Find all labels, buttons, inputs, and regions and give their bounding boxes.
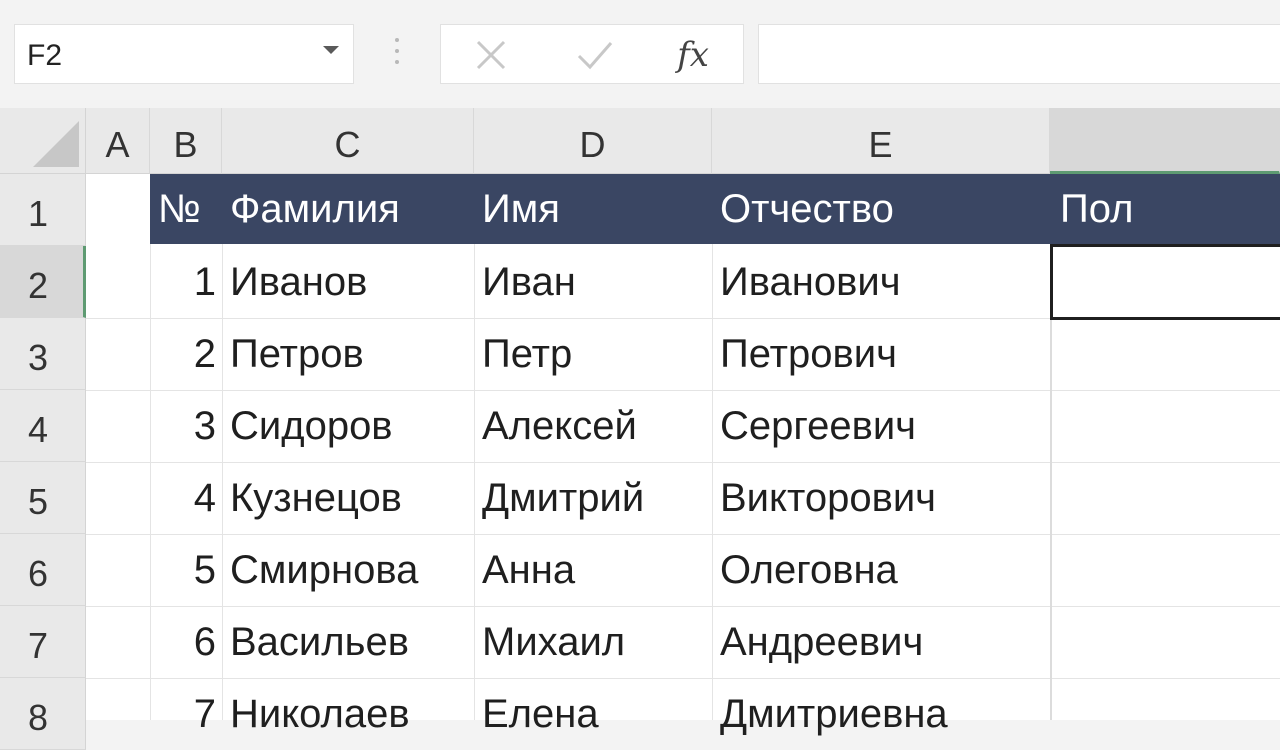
cell-number[interactable]: 2 <box>150 318 216 390</box>
row-header-2[interactable]: 2 <box>0 246 86 318</box>
formula-bar: F2 fx <box>0 0 1280 108</box>
cell-surname[interactable]: Сидоров <box>230 390 393 462</box>
column-header-b[interactable]: B <box>150 108 222 174</box>
cell-name[interactable]: Алексей <box>482 390 637 462</box>
row-header-8[interactable]: 8 <box>0 678 86 750</box>
chevron-down-icon[interactable] <box>323 46 339 54</box>
cell-patronymic[interactable]: Иванович <box>720 246 901 318</box>
worksheet-grid: A B C D E 1 2 3 4 5 6 7 8 № Фамилия Имя … <box>0 108 1280 750</box>
gridline <box>474 174 475 720</box>
header-patronymic[interactable]: Отчество <box>720 174 894 244</box>
column-header-e[interactable]: E <box>712 108 1050 174</box>
cell-surname[interactable]: Смирнова <box>230 534 418 606</box>
cell-surname[interactable]: Васильев <box>230 606 409 678</box>
cell-patronymic[interactable]: Викторович <box>720 462 936 534</box>
row-header-7[interactable]: 7 <box>0 606 86 678</box>
cell-patronymic[interactable]: Дмитриевна <box>720 678 948 750</box>
column-header-c[interactable]: C <box>222 108 474 174</box>
row-header-1[interactable]: 1 <box>0 174 86 246</box>
checkmark-icon <box>577 42 613 70</box>
row-header-6[interactable]: 6 <box>0 534 86 606</box>
row-header-5[interactable]: 5 <box>0 462 86 534</box>
row-header-4[interactable]: 4 <box>0 390 86 462</box>
enter-button[interactable] <box>565 31 625 79</box>
cell-surname[interactable]: Петров <box>230 318 364 390</box>
formula-buttons: fx <box>440 24 744 84</box>
cell-patronymic[interactable]: Сергеевич <box>720 390 916 462</box>
cell-name[interactable]: Михаил <box>482 606 625 678</box>
header-number[interactable]: № <box>158 174 201 244</box>
gridline <box>222 174 223 720</box>
cell-surname[interactable]: Николаев <box>230 678 410 750</box>
column-header-f[interactable] <box>1050 108 1280 174</box>
cell-name[interactable]: Елена <box>482 678 599 750</box>
name-box[interactable]: F2 <box>14 24 354 84</box>
cell-number[interactable]: 6 <box>150 606 216 678</box>
row-header-3[interactable]: 3 <box>0 318 86 390</box>
cell-surname[interactable]: Кузнецов <box>230 462 402 534</box>
header-gender[interactable]: Пол <box>1060 174 1133 244</box>
cell-surname[interactable]: Иванов <box>230 246 367 318</box>
cell-name[interactable]: Петр <box>482 318 572 390</box>
cell-patronymic[interactable]: Олеговна <box>720 534 898 606</box>
cell-number[interactable]: 7 <box>150 678 216 750</box>
cell-name[interactable]: Иван <box>482 246 576 318</box>
close-icon <box>476 40 506 70</box>
header-surname[interactable]: Фамилия <box>230 174 400 244</box>
select-all-triangle-icon <box>33 121 79 167</box>
cell-number[interactable]: 4 <box>150 462 216 534</box>
cell-name[interactable]: Анна <box>482 534 575 606</box>
select-all-corner[interactable] <box>0 108 86 174</box>
name-box-value: F2 <box>27 39 63 72</box>
cell-number[interactable]: 1 <box>150 246 216 318</box>
insert-function-button[interactable]: fx <box>663 31 723 79</box>
cell-patronymic[interactable]: Андреевич <box>720 606 923 678</box>
cell-number[interactable]: 3 <box>150 390 216 462</box>
cell-patronymic[interactable]: Петрович <box>720 318 897 390</box>
header-name[interactable]: Имя <box>482 174 560 244</box>
column-header-a[interactable]: A <box>86 108 150 174</box>
cell-name[interactable]: Дмитрий <box>482 462 644 534</box>
column-header-d[interactable]: D <box>474 108 712 174</box>
cell-number[interactable]: 5 <box>150 534 216 606</box>
cancel-button[interactable] <box>461 31 521 79</box>
active-cell-f2[interactable] <box>1050 244 1280 320</box>
formula-input[interactable] <box>758 24 1280 84</box>
gridline <box>712 174 713 720</box>
grip-dots-icon[interactable] <box>393 38 401 72</box>
